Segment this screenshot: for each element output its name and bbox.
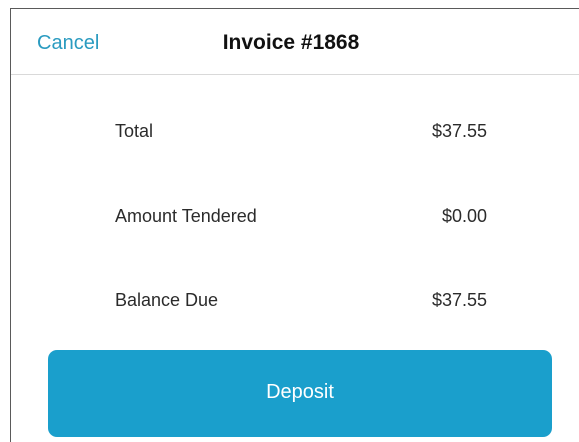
- balance-due-row: Balance Due $37.55: [115, 286, 487, 314]
- invoice-panel: Cancel Invoice #1868 Total $37.55 Amount…: [10, 8, 579, 442]
- total-row: Total $37.55: [115, 117, 487, 145]
- total-value: $37.55: [431, 121, 487, 141]
- page-title: Invoice #1868: [222, 31, 360, 54]
- deposit-button[interactable]: Deposit: [48, 350, 552, 437]
- amount-tendered-label: Amount Tendered: [115, 206, 257, 226]
- header-bar: Cancel Invoice #1868: [11, 9, 579, 75]
- balance-due-label: Balance Due: [115, 290, 219, 310]
- amount-tendered-value: $0.00: [441, 206, 487, 226]
- total-label: Total: [115, 121, 154, 141]
- balance-due-value: $37.55: [431, 290, 487, 310]
- amount-tendered-row: Amount Tendered $0.00: [115, 202, 487, 230]
